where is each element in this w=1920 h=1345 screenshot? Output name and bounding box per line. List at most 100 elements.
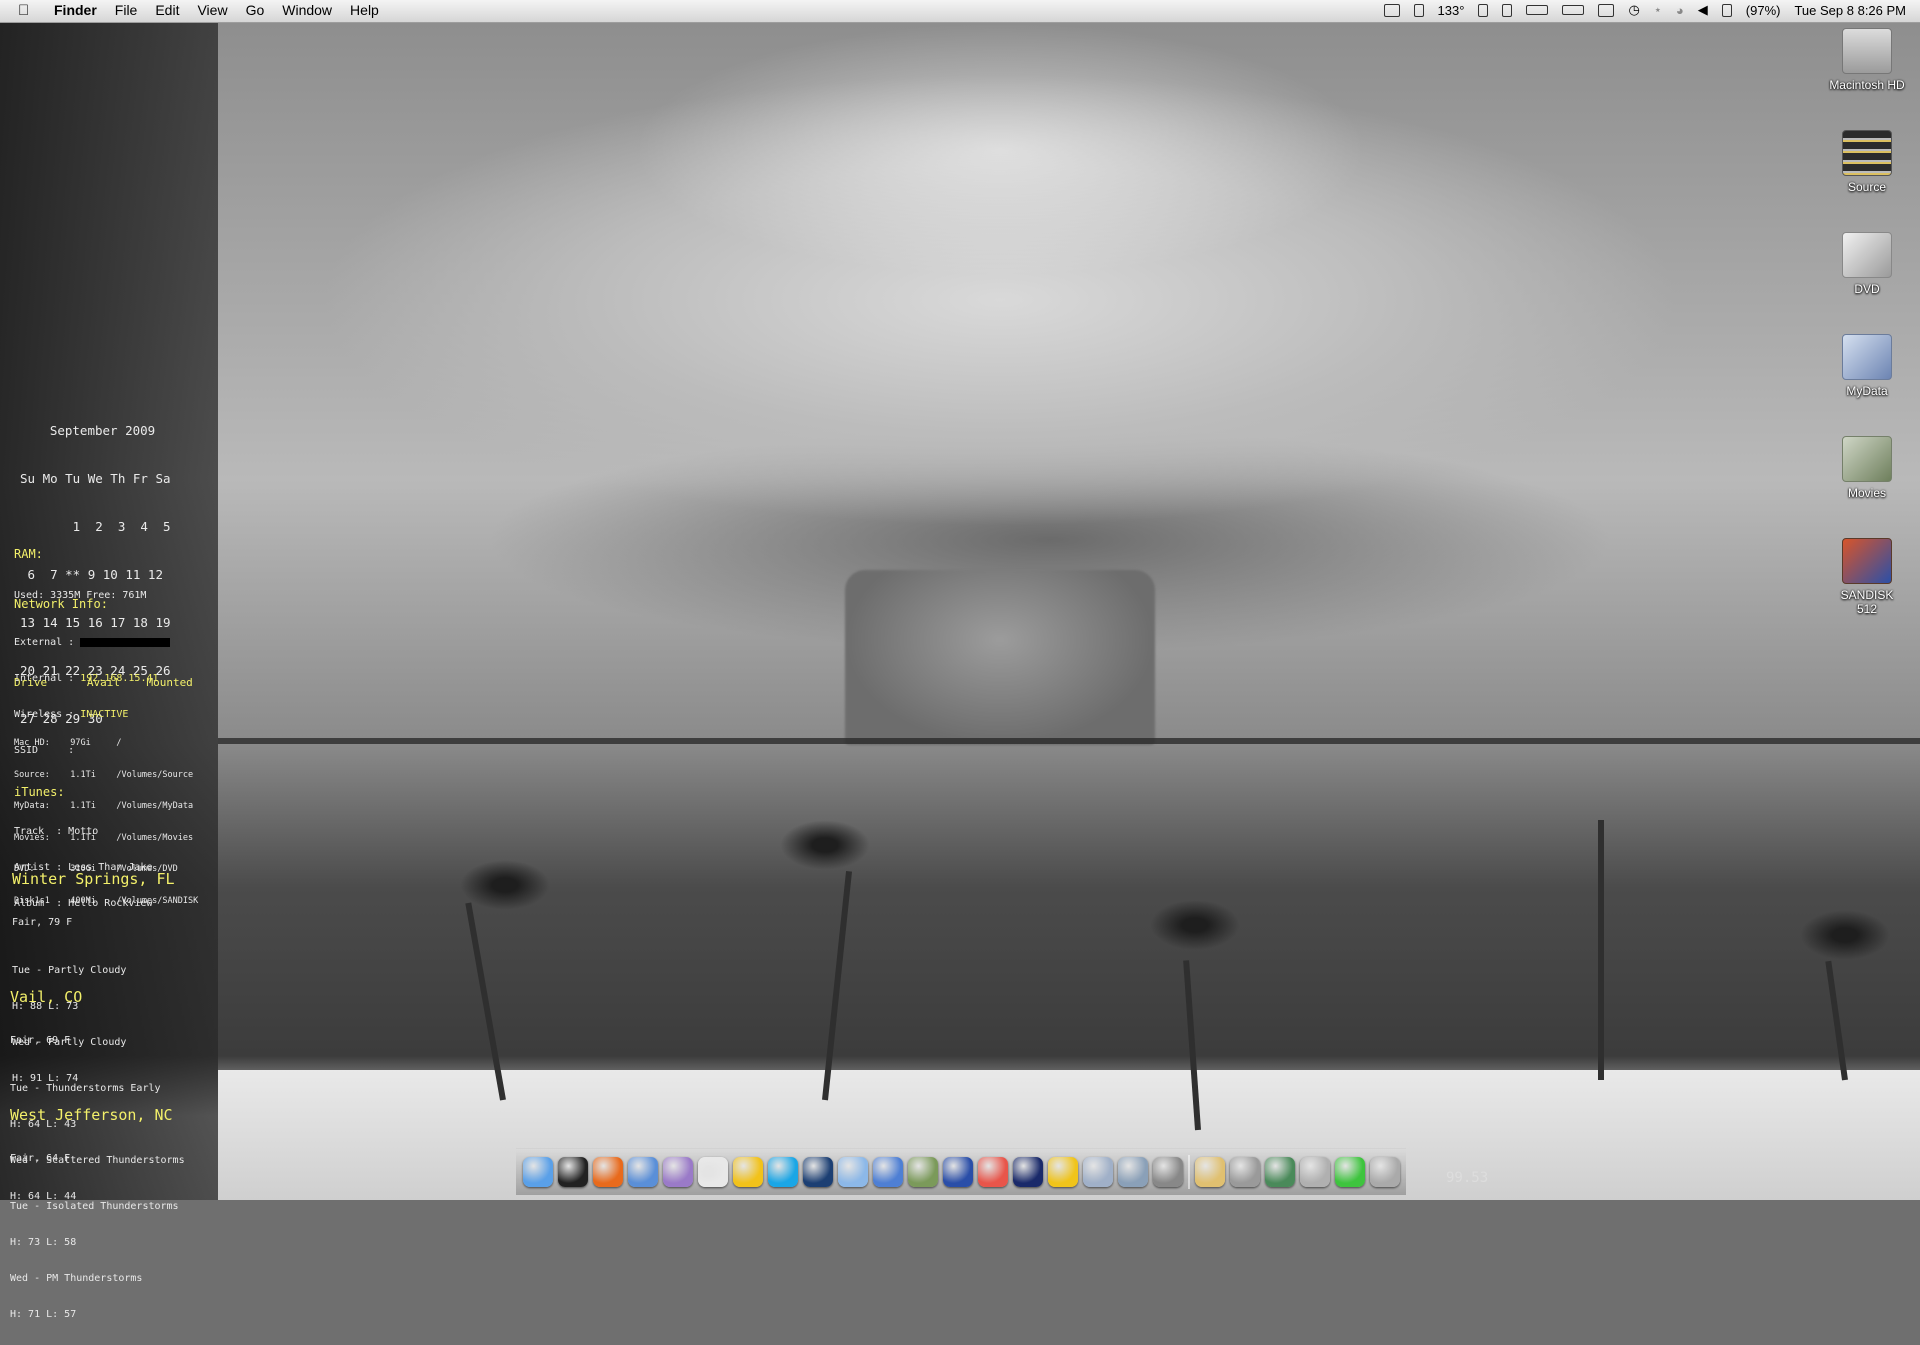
weather-city: West Jefferson, NC (10, 1106, 173, 1124)
drive-row: Mac HD: 97Gi / (14, 738, 122, 748)
dock-itunes-icon[interactable] (872, 1157, 903, 1187)
dock-safari-icon[interactable] (627, 1157, 658, 1187)
weather-forecast-line: Wed - PM Thunderstorms (10, 1273, 143, 1284)
memory-meter-icon[interactable] (1478, 3, 1489, 17)
memory-card-icon (1842, 538, 1892, 584)
clipboard-menu-icon[interactable] (1413, 3, 1424, 17)
hard-drive-icon (1842, 28, 1892, 74)
dock-terminal-icon[interactable] (557, 1157, 588, 1187)
desktop-icon-label: SANDISK 512 (1840, 588, 1894, 616)
menu-bar:  Finder File Edit View Go Window Help 1… (0, 0, 1920, 23)
desktop-icon-label: Movies (1847, 486, 1886, 500)
desktop-icon-label: MyData (1846, 384, 1888, 398)
pole (1598, 820, 1604, 1080)
dock-folder-icon[interactable] (1194, 1157, 1225, 1187)
dock-firefox-icon[interactable] (592, 1157, 623, 1187)
dock-textedit-icon[interactable] (697, 1157, 728, 1187)
network-meter-icon[interactable] (1526, 5, 1549, 15)
palm-tree-crown (460, 860, 550, 910)
dock-mail-icon[interactable] (977, 1157, 1008, 1187)
weather-city: Winter Springs, FL (12, 870, 175, 888)
bluetooth-icon[interactable]: ⋆ (1654, 2, 1662, 18)
wifi-icon[interactable]: ◕ (1676, 3, 1684, 18)
desktop-icon-sandisk[interactable]: SANDISK 512 (1814, 538, 1920, 638)
drives-header: Drive Avail Mounted (14, 676, 193, 689)
weather-forecast-line: H: 73 L: 58 (10, 1237, 77, 1248)
dock-photoshop-icon[interactable] (802, 1157, 833, 1187)
dock-downloads-icon[interactable] (1334, 1157, 1365, 1187)
weather-forecast-line: Tue - Isolated Thunderstorms (10, 1201, 179, 1212)
desktop-icon-label: Macintosh HD (1829, 78, 1905, 92)
palm-tree-crown (1800, 910, 1890, 960)
dock-utilities-icon[interactable] (1082, 1157, 1113, 1187)
desktop-icon-dvd[interactable]: DVD (1814, 232, 1920, 332)
geektool-sidebar: September 2009 Su Mo Tu We Th Fr Sa 1 2 … (0, 23, 218, 1320)
dock-dvd-player-icon[interactable] (1117, 1157, 1148, 1187)
weather-city: Vail, CO (10, 988, 83, 1006)
dock-trash-icon[interactable] (1369, 1157, 1400, 1187)
wallpaper-water-column (845, 570, 1155, 745)
battery-icon[interactable] (1721, 3, 1732, 17)
menu-extras: 133° ◷ ⋆ ◕ ◀ (97%) Tue Sep 8 8:26 PM (1383, 2, 1906, 18)
temperature-readout[interactable]: 133° (1438, 3, 1465, 18)
desktop-icon-label: Source (1847, 180, 1887, 194)
itunes-track: Track : Motto (14, 826, 99, 837)
external-drive-icon (1842, 436, 1892, 482)
dock-fire-icon[interactable] (1047, 1157, 1078, 1187)
dock-system-prefs-icon[interactable] (1152, 1157, 1183, 1187)
dock-adium-icon[interactable] (662, 1157, 693, 1187)
desktop-icons: Macintosh HD Source DVD MyData Movies SA… (1814, 26, 1920, 638)
dock-network-icon[interactable] (942, 1157, 973, 1187)
dock-separator (1187, 1155, 1190, 1189)
menu-help[interactable]: Help (341, 2, 388, 18)
dock-itunes-alt-icon[interactable] (837, 1157, 868, 1187)
apple-icon[interactable]:  (18, 2, 29, 19)
menu-clock[interactable]: Tue Sep 8 8:26 PM (1794, 3, 1906, 18)
dock-preview-icon[interactable] (907, 1157, 938, 1187)
weather-current: Fair, 69 F (10, 1035, 71, 1046)
dock-messenger-icon[interactable] (732, 1157, 763, 1187)
dock-finder-icon[interactable] (522, 1157, 553, 1187)
menu-view[interactable]: View (188, 2, 236, 18)
dock-downloads-stack-icon[interactable] (1229, 1157, 1260, 1187)
dock-skype-icon[interactable] (767, 1157, 798, 1187)
menu-edit[interactable]: Edit (146, 2, 188, 18)
menu-list: Finder File Edit View Go Window Help (54, 2, 388, 18)
raid-drive-icon (1842, 130, 1892, 176)
weather-location: West Jefferson, NC Fair, 64 F Tue - Isol… (10, 1081, 179, 1345)
menu-finder[interactable]: Finder (54, 2, 106, 18)
external-drive-icon (1842, 232, 1892, 278)
menu-go[interactable]: Go (237, 2, 274, 18)
dock-globe-icon[interactable] (1264, 1157, 1295, 1187)
weather-current: Fair, 79 F (12, 917, 73, 928)
desktop-icon-macintosh-hd[interactable]: Macintosh HD (1814, 28, 1920, 128)
dock-tool-icon[interactable] (1299, 1157, 1330, 1187)
ram-heading: RAM: (14, 547, 43, 561)
palm-tree-crown (1150, 900, 1240, 950)
volume-icon[interactable]: ◀ (1698, 2, 1708, 18)
cpu-meter-icon[interactable] (1502, 3, 1513, 17)
itunes-heading: iTunes: (14, 785, 65, 799)
desktop-icon-movies[interactable]: Movies (1814, 436, 1920, 536)
fps-readout: 99.53 (1446, 1170, 1489, 1186)
menu-window[interactable]: Window (273, 2, 341, 18)
display-icon[interactable] (1598, 3, 1615, 17)
network-heading: Network Info: (14, 597, 108, 611)
dock-full-tilt-icon[interactable] (1012, 1157, 1043, 1187)
desktop-icon-source[interactable]: Source (1814, 130, 1920, 230)
palm-tree-crown (780, 820, 870, 870)
battery-percent[interactable]: (97%) (1746, 3, 1781, 18)
desktop-icon-mydata[interactable]: MyData (1814, 334, 1920, 434)
weather-current: Fair, 64 F (10, 1153, 71, 1164)
desktop-icon-label: DVD (1854, 282, 1880, 296)
terminal-menu-icon[interactable] (1383, 3, 1400, 17)
calendar-title: September 2009 (49, 423, 156, 438)
wallpaper-horizon (218, 738, 1920, 744)
time-machine-icon[interactable]: ◷ (1628, 2, 1639, 18)
external-ip-label: External : (14, 637, 75, 648)
external-ip-redacted (80, 637, 171, 647)
disk-meter-icon[interactable] (1562, 5, 1585, 15)
calendar-weekdays: Su Mo Tu We Th Fr Sa (20, 471, 171, 486)
menu-file[interactable]: File (106, 2, 147, 18)
dock (516, 1148, 1406, 1195)
